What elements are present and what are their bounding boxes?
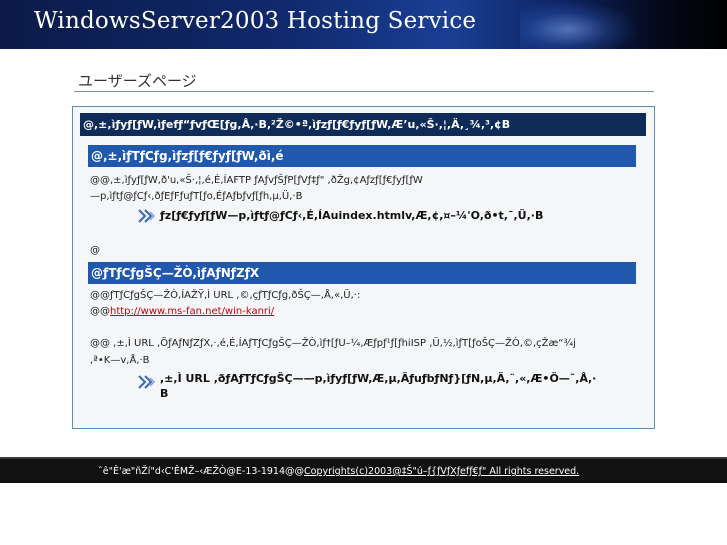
section-admin-title: @ƒTƒCƒgŠÇ—ŽÒ,ìƒAƒNƒZƒX [88,262,636,284]
section-admin-note-line1: ,±,Ì URL ,ðƒAƒTƒCƒgŠÇ——p,ìƒyƒ[ƒW,Æ,µ,Äƒu… [160,372,597,385]
blank-spacer-line: @ [90,245,100,256]
section-homepage-text-line1: @@,±,ìƒyƒ[ƒW,ð'u,«Š·,¦,é,É,ÍAFTP ƒAƒvƒŠƒ… [90,175,423,186]
page-title: ユーザーズページ [78,72,197,90]
section-admin-text-line2: @@http://www.ms-fan.net/win-kanri/ [90,306,274,317]
section-homepage-note: ƒz[ƒ€ƒyƒ[ƒW—p,ìƒtƒ@ƒCƒ‹,É,ÍAuindex.htmlv… [160,209,544,222]
double-arrow-icon [138,209,156,223]
section-homepage-title: @,±,ìƒTƒCƒg,ìƒzƒ[ƒ€ƒyƒ[ƒW,ðì,é [88,145,636,167]
banner-title: WindowsServer2003 Hosting Service [34,8,477,34]
footer-text: ˆê"Ê'æ"ñŽí"d‹C'ÊMŽ–‹ÆŽÒ@E-13-1914@@Copyr… [98,466,579,477]
section-admin-text-line1: @@ƒTƒCƒgŠÇ—ŽÒ,ÍAŽŸ,Ì URL ,©,çƒTƒCƒg,ðŠÇ—… [90,290,361,301]
section-admin-text-line3: @@ ,±,Ì URL ,ÕƒAƒNƒZƒX,·,é,É,ÍAƒTƒCƒgŠÇ—… [90,338,576,349]
section-admin-prefix: @@ [90,306,110,317]
title-divider [74,91,654,92]
double-arrow-icon [138,375,156,389]
site-footer: ˆê"Ê'æ"ñŽí"d‹C'ÊMŽ–‹ÆŽÒ@E-13-1914@@Copyr… [0,457,727,483]
footer-copyright-link[interactable]: Copyrights(c)2003@‡Š"ú–ƒ{ƒVƒXƒefƒ€ƒ" All… [304,466,579,477]
banner-glow [520,0,640,49]
section-admin-text-line4: ,ª•K—v,Å,·B [90,355,150,366]
section-admin-note-line2: B [160,387,169,400]
panel-header: @,±,ìƒyƒ[ƒW,ìƒefƒ“ƒvƒŒ[ƒg,Å,·B,²Ž©•ª,ìƒz… [80,113,646,136]
admin-url-link[interactable]: http://www.ms-fan.net/win-kanri/ [110,306,274,317]
footer-registration: ˆê"Ê'æ"ñŽí"d‹C'ÊMŽ–‹ÆŽÒ@E-13-1914@@ [98,466,305,477]
site-banner: WindowsServer2003 Hosting Service [0,0,727,49]
section-homepage-text-line2: —p,ìƒtƒ@ƒCƒ‹,ðƒEƒFƒuƒT[ƒo,ÉƒAƒbƒvƒ[ƒh,µ,… [90,191,303,202]
